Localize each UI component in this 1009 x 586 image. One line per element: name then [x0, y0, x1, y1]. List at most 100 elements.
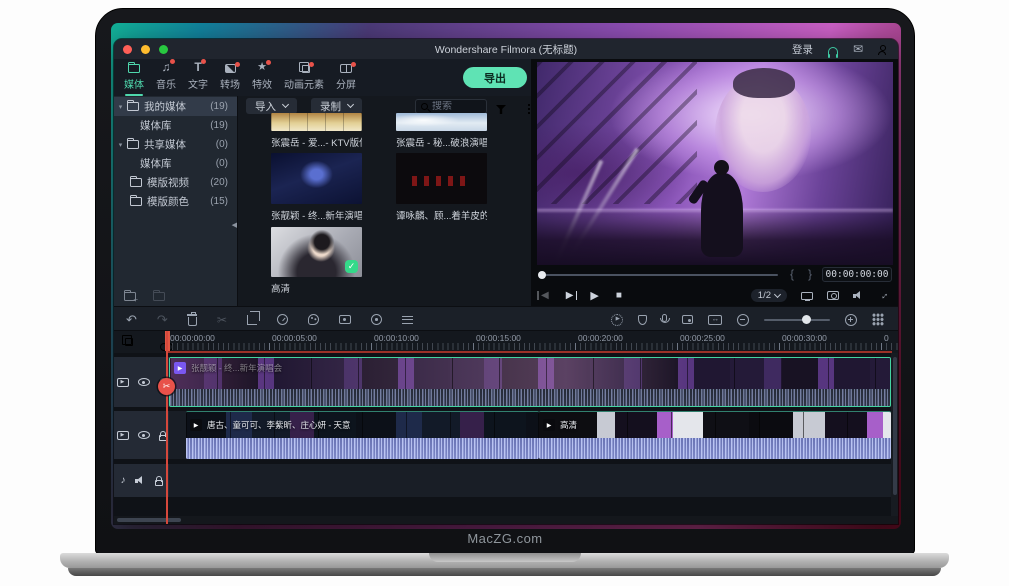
playhead-line[interactable] — [166, 331, 168, 524]
ruler-ticks — [167, 343, 898, 350]
zoom-out-icon[interactable] — [737, 314, 749, 326]
export-button[interactable]: 导出 — [463, 67, 527, 88]
paste-icon[interactable] — [125, 338, 133, 346]
delete-icon[interactable] — [188, 317, 197, 326]
lock-track-icon[interactable] — [155, 480, 163, 486]
crop-icon[interactable] — [247, 315, 257, 325]
sidebar-item-template-videos[interactable]: 模版视频 (20) — [114, 173, 237, 192]
zoom-slider-handle[interactable] — [802, 315, 811, 324]
folder-icon — [127, 102, 139, 111]
preview-video[interactable] — [537, 62, 893, 265]
track-manager-icon[interactable] — [872, 313, 884, 326]
sidebar-item-my-media[interactable]: ▾ 我的媒体 (19) — [114, 97, 237, 116]
tab-splitscreen[interactable]: 分屏 — [330, 59, 362, 96]
fullscreen-preview-icon[interactable] — [878, 290, 890, 302]
timeline-horizontal-scrollbar[interactable] — [114, 516, 898, 524]
sidebar-item-shared-library[interactable]: 媒体库 (0) — [114, 154, 237, 173]
play-button[interactable]: ▶ — [590, 289, 598, 302]
video-track-icon[interactable] — [117, 378, 129, 387]
redo-icon[interactable]: ↷ — [157, 312, 168, 328]
green-screen-icon[interactable] — [339, 315, 351, 324]
mark-in-icon[interactable]: { — [790, 267, 794, 281]
toggle-visibility-icon[interactable] — [138, 378, 150, 386]
render-preview-icon[interactable] — [611, 314, 623, 326]
toggle-visibility-icon[interactable] — [138, 431, 150, 439]
fit-timeline-icon[interactable] — [708, 315, 722, 325]
search-box[interactable] — [415, 99, 487, 114]
marker-icon[interactable] — [638, 315, 647, 325]
sidebar-item-shared-media[interactable]: ▾ 共享媒体 (0) — [114, 135, 237, 154]
stop-button[interactable]: ■ — [616, 290, 622, 301]
split-at-playhead-icon[interactable]: ✂ — [158, 378, 175, 395]
media-sidebar: ▾ 我的媒体 (19) 媒体库 (19) ▾ 共享媒体 (0) — [114, 96, 238, 306]
undo-icon[interactable]: ↶ — [126, 312, 137, 328]
expand-arrow-icon[interactable]: ▾ — [114, 141, 127, 149]
clip-waveform — [186, 438, 539, 459]
search-input[interactable] — [432, 101, 476, 112]
audio-track-lane[interactable] — [169, 464, 898, 497]
delete-folder-icon[interactable] — [153, 292, 165, 301]
media-item-3[interactable]: 张靓颖 - 终...新年演唱会 — [271, 153, 362, 222]
macbook-screen-wallpaper: Wondershare Filmora (无标题) 登录 ✉ 媒体 — [111, 23, 901, 529]
login-button[interactable]: 登录 — [792, 42, 813, 57]
support-headset-icon[interactable] — [828, 47, 838, 55]
account-icon[interactable] — [878, 51, 886, 55]
previous-frame-button[interactable]: ◀ — [541, 290, 549, 301]
clip-label: 张靓颖 - 终...新年演唱会 — [191, 362, 282, 374]
media-item-5[interactable]: ✓ 高清 — [271, 227, 362, 295]
timeline-vertical-scrollbar[interactable] — [891, 353, 898, 516]
scrollbar-thumb[interactable] — [893, 357, 897, 495]
mute-track-icon[interactable] — [135, 476, 146, 485]
split-scissors-icon[interactable]: ✂ — [217, 313, 227, 327]
tab-transitions[interactable]: 转场 — [214, 59, 246, 96]
seek-handle[interactable] — [538, 271, 546, 279]
media-item-1[interactable]: 张震岳 - 爱...- KTV版伴奏 — [271, 113, 362, 149]
voiceover-mic-icon[interactable] — [662, 314, 667, 322]
record-button[interactable]: 录制 — [311, 98, 362, 114]
folder-icon — [130, 197, 142, 206]
tab-text[interactable]: T 文字 — [182, 59, 214, 96]
tab-elements[interactable]: 动画元素 — [278, 59, 330, 96]
timeline-zoom-slider[interactable] — [764, 319, 830, 321]
tab-music[interactable]: ♫ 音乐 — [150, 59, 182, 96]
expand-arrow-icon[interactable]: ▾ — [114, 103, 127, 111]
zoom-in-icon[interactable] — [845, 314, 857, 326]
media-item-2[interactable]: 张震岳 - 秘...破浪演唱会 — [396, 113, 487, 149]
clip-waveform — [539, 438, 891, 459]
music-tab-icon: ♫ — [162, 61, 171, 73]
speaker-icon[interactable] — [853, 291, 864, 300]
timeline-ruler[interactable]: 00:00:00:00 00:00:05:00 00:00:10:00 00:0… — [167, 331, 898, 353]
timeline-clip-track2a[interactable]: ▶ 唐古、童可可、李紫昕、庄心妍 - 天意 — [186, 411, 539, 459]
tab-effects[interactable]: ★ 特效 — [246, 59, 278, 96]
filter-icon[interactable] — [496, 105, 506, 114]
mail-icon[interactable]: ✉ — [853, 43, 863, 55]
import-button[interactable]: 导入 — [246, 98, 297, 114]
audio-track-icon[interactable]: ♪ — [121, 476, 126, 486]
seek-bar[interactable] — [541, 274, 778, 276]
media-item-4[interactable]: 谭咏麟、顾...着羊皮的狼 — [396, 153, 487, 222]
tab-label: 文字 — [188, 76, 208, 91]
mixer-icon[interactable] — [682, 315, 693, 324]
sidebar-item-template-colors[interactable]: 模版颜色 (15) — [114, 192, 237, 211]
timeline-clip-track2b[interactable]: ▶ 高清 — [539, 411, 891, 459]
color-icon[interactable] — [308, 314, 319, 325]
scrollbar-thumb[interactable] — [117, 518, 181, 522]
video-track-icon[interactable] — [117, 431, 129, 440]
tab-media[interactable]: 媒体 — [118, 59, 150, 96]
sidebar-item-media-library[interactable]: 媒体库 (19) — [114, 116, 237, 135]
adjust-icon[interactable] — [402, 316, 413, 324]
audio-track-header: ♪ — [114, 464, 169, 497]
collapse-sidebar-handle[interactable]: ◀ — [232, 221, 237, 229]
macbook-mockup: Wondershare Filmora (无标题) 登录 ✉ 媒体 — [0, 0, 1009, 586]
timeline-clip-track1[interactable]: ▶ 张靓颖 - 终...新年演唱会 — [169, 357, 891, 407]
next-frame-button[interactable]: ▶ — [566, 290, 574, 301]
speed-icon[interactable] — [277, 314, 288, 325]
media-tab-icon — [128, 64, 140, 73]
titlebar: Wondershare Filmora (无标题) 登录 ✉ — [114, 39, 898, 59]
quality-dropdown[interactable]: 1/2 — [751, 289, 787, 302]
mark-out-icon[interactable]: } — [808, 267, 812, 281]
display-device-icon[interactable] — [801, 292, 813, 300]
motion-tracking-icon[interactable] — [371, 314, 382, 325]
new-folder-icon[interactable] — [124, 292, 136, 301]
snapshot-icon[interactable] — [827, 291, 839, 300]
